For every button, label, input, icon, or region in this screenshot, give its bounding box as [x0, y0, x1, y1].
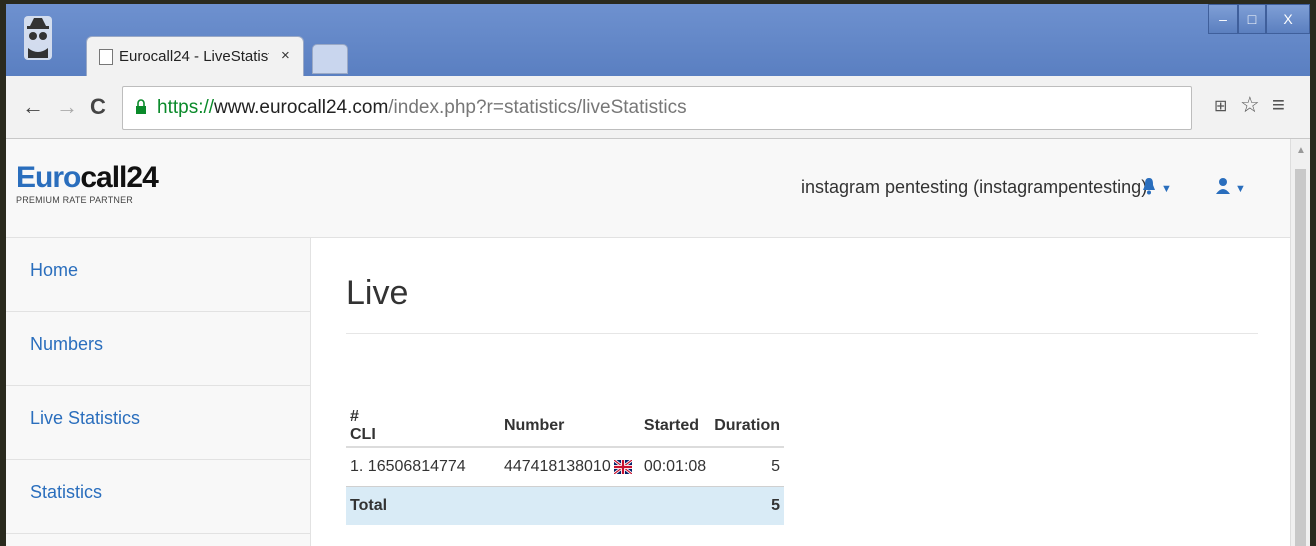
page-title: Live — [346, 274, 409, 312]
maximize-button[interactable]: □ — [1238, 4, 1266, 34]
table-row: 1. 16506814774 447418138010 00:01:08 5 — [346, 447, 784, 487]
page-icon — [99, 49, 113, 65]
sidebar-item-live-statistics[interactable]: Live Statistics — [6, 386, 310, 460]
cell-cli: 1. 16506814774 — [350, 458, 466, 475]
bell-dropdown-icon[interactable]: ▼ — [1142, 177, 1172, 200]
divider — [346, 333, 1258, 334]
menu-icon[interactable]: ≡ — [1272, 92, 1285, 118]
star-icon[interactable]: ☆ — [1240, 92, 1260, 118]
logo-tagline: PREMIUM RATE PARTNER — [16, 195, 134, 205]
browser-toolbar: ← → C https://www.eurocall24.com/index.p… — [6, 76, 1310, 139]
col-index: # CLI — [346, 406, 386, 448]
live-stats-table: # CLI Number Started Duration 1. 1650681… — [346, 406, 784, 525]
reload-icon[interactable]: C — [90, 94, 106, 120]
logo[interactable]: Eurocall24 PREMIUM RATE PARTNER — [16, 163, 159, 206]
new-tab-button[interactable] — [312, 44, 348, 74]
tab-close-button[interactable]: × — [281, 47, 290, 64]
col-spacer — [385, 406, 500, 448]
cell-started: 00:01:08 — [643, 458, 707, 475]
browser-window: Eurocall24 - LiveStatistics × – □ X ← → … — [6, 4, 1310, 546]
user-name: instagram pentesting (instagrampentestin… — [801, 177, 1148, 197]
minimize-button[interactable]: – — [1208, 4, 1238, 34]
col-number: Number — [499, 406, 640, 448]
sidebar: Home Numbers Live Statistics Statistics — [6, 238, 311, 546]
user-dropdown-icon[interactable]: ▼ — [1216, 177, 1246, 200]
table-total-row: Total 5 — [346, 486, 784, 525]
cell-number: 447418138010 — [500, 447, 640, 487]
col-duration: Duration — [710, 406, 784, 448]
uk-flag-icon — [613, 459, 632, 474]
cell-duration: 5 — [771, 458, 780, 475]
forward-icon[interactable]: → — [56, 94, 78, 120]
sidebar-item-statistics[interactable]: Statistics — [6, 460, 310, 534]
page-viewport: Eurocall24 PREMIUM RATE PARTNER instagra… — [6, 139, 1290, 546]
close-window-button[interactable]: X — [1266, 4, 1310, 34]
col-started: Started — [639, 406, 711, 448]
translate-icon[interactable]: ⊞ — [1214, 96, 1227, 116]
scrollbar-thumb[interactable] — [1295, 169, 1306, 546]
url-text: https://www.eurocall24.com/index.php?r=s… — [157, 97, 687, 118]
title-bar: Eurocall24 - LiveStatistics × – □ X — [6, 4, 1310, 76]
tab-title: Eurocall24 - LiveStatistics — [119, 48, 269, 65]
scrollbar[interactable]: ▲ — [1290, 139, 1310, 546]
table-header-row: # CLI Number Started Duration — [346, 406, 784, 448]
scroll-up-icon[interactable]: ▲ — [1296, 145, 1306, 156]
sidebar-item-numbers[interactable]: Numbers — [6, 312, 310, 386]
tab-active[interactable]: Eurocall24 - LiveStatistics × — [86, 36, 304, 76]
sidebar-item-home[interactable]: Home — [6, 238, 310, 312]
total-value: 5 — [710, 486, 784, 525]
address-bar[interactable]: https://www.eurocall24.com/index.php?r=s… — [122, 86, 1192, 130]
total-label: Total — [346, 486, 711, 525]
incognito-icon — [24, 16, 52, 60]
app-header: Eurocall24 PREMIUM RATE PARTNER instagra… — [6, 139, 1290, 238]
lock-icon — [136, 99, 146, 114]
back-icon[interactable]: ← — [22, 94, 44, 120]
